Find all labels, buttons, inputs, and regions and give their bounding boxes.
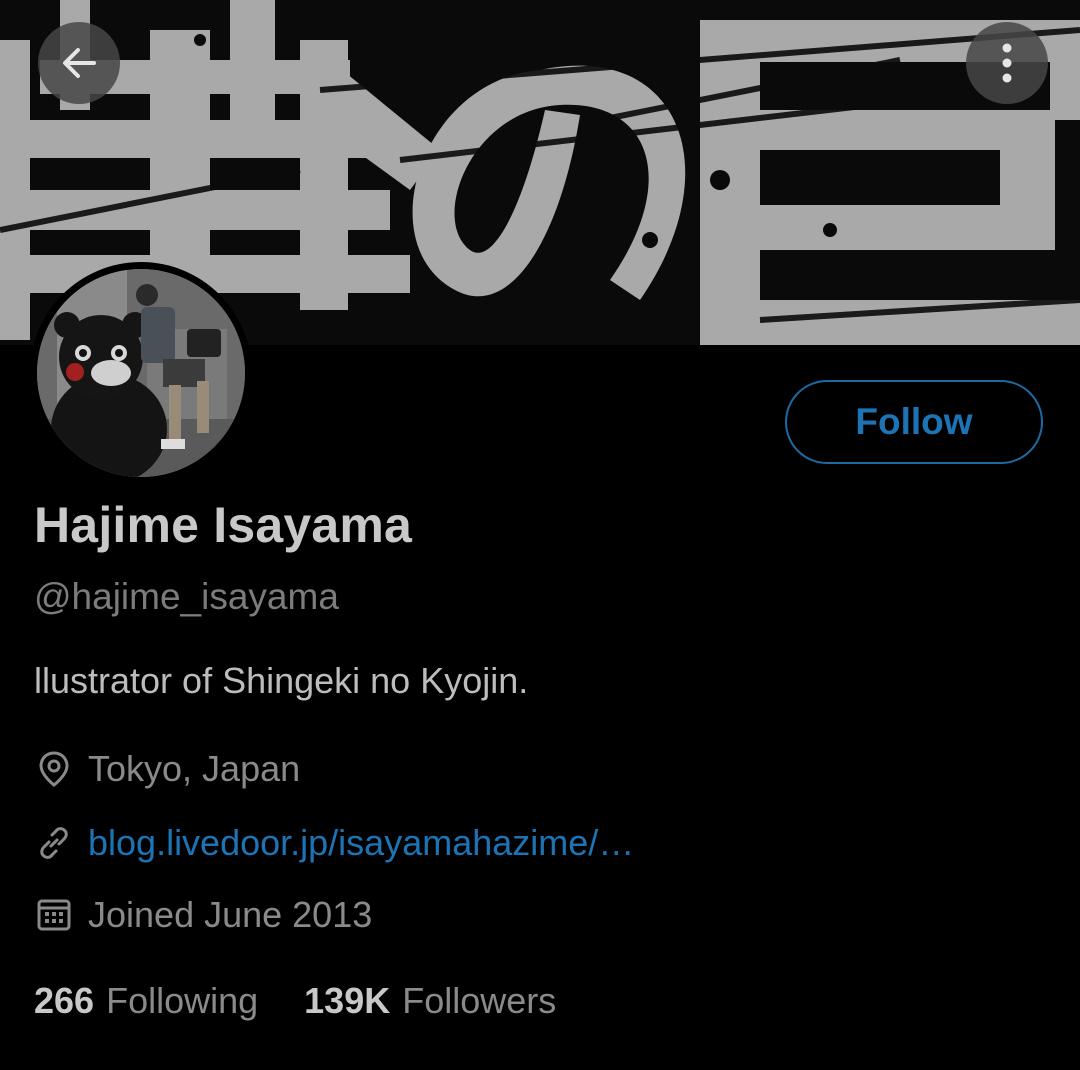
website-row: blog.livedoor.jp/isayamahazime/… xyxy=(34,820,634,866)
back-button[interactable] xyxy=(38,22,120,104)
location-row: Tokyo, Japan xyxy=(34,746,300,792)
profile-bio: llustrator of Shingeki no Kyojin. xyxy=(34,660,529,701)
profile-name: Hajime Isayama xyxy=(34,497,413,553)
followers-count: 139K xyxy=(304,980,391,1021)
profile-stats: 266 Following 139K Followers xyxy=(34,978,556,1024)
more-vertical-icon xyxy=(997,40,1017,86)
link-icon xyxy=(34,823,74,863)
follow-button[interactable]: Follow xyxy=(785,380,1043,464)
profile-handle: @hajime_isayama xyxy=(34,576,339,617)
following-count: 266 xyxy=(34,980,95,1021)
following-label: Following xyxy=(106,980,259,1021)
joined-row: Joined June 2013 xyxy=(34,892,372,938)
followers-stat[interactable]: 139K Followers xyxy=(304,980,556,1022)
joined-text: Joined June 2013 xyxy=(88,894,373,935)
arrow-left-icon xyxy=(56,40,102,86)
location-text: Tokyo, Japan xyxy=(88,748,301,789)
website-link[interactable]: blog.livedoor.jp/isayamahazime/… xyxy=(88,822,634,864)
location-pin-icon xyxy=(34,749,74,789)
followers-label: Followers xyxy=(402,980,557,1021)
calendar-icon xyxy=(34,895,74,935)
more-options-button[interactable] xyxy=(966,22,1048,104)
avatar-photo xyxy=(37,269,245,477)
profile-avatar[interactable] xyxy=(30,262,252,484)
following-stat[interactable]: 266 Following xyxy=(34,980,258,1022)
